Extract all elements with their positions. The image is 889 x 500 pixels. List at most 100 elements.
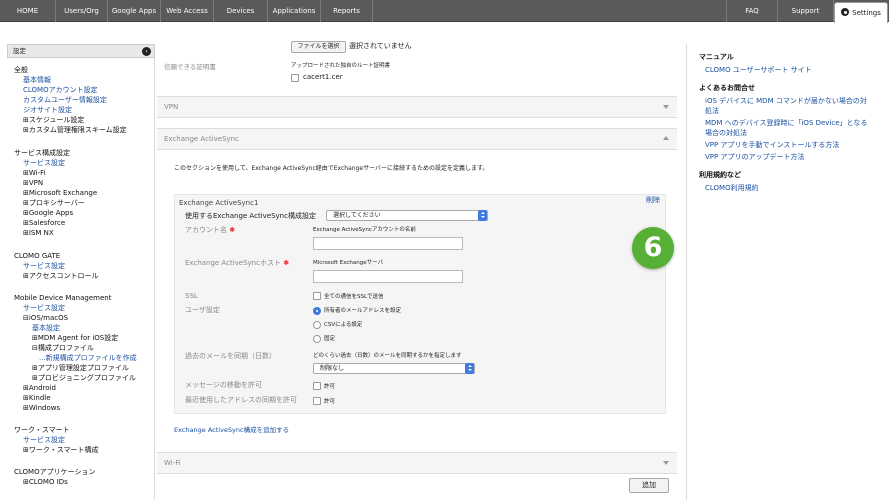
sidebar-item-ws-service-settings[interactable]: サービス設定: [23, 435, 65, 445]
step-6-marker: 6: [632, 227, 674, 269]
nav-settings-tab[interactable]: Settings: [834, 2, 888, 23]
sidebar-item-salesforce[interactable]: ⊞Salesforce: [23, 218, 65, 228]
sidebar-item-clomo-ids[interactable]: ⊞CLOMO IDs: [23, 477, 68, 487]
vpn-section-header[interactable]: VPN: [157, 96, 677, 118]
radio-fixed-label: 固定: [324, 336, 336, 342]
sidebar-group-clomo-gate: CLOMO GATE: [14, 252, 61, 260]
sidebar-item-provisioning-profile[interactable]: ⊞プロビジョニングプロファイル: [32, 373, 136, 383]
sidebar-item-wifi[interactable]: ⊞Wi-Fi: [23, 168, 46, 178]
nav-home[interactable]: HOME: [0, 0, 56, 22]
sidebar-item-kindle[interactable]: ⊞Kindle: [23, 393, 51, 403]
nav-web-access[interactable]: Web Access: [161, 0, 214, 22]
eas-section-title: Exchange ActiveSync: [164, 135, 239, 143]
sidebar-item-access-control[interactable]: ⊞アクセスコントロール: [23, 271, 99, 281]
radio-csv-label: CSVによる設定: [324, 322, 363, 328]
sidebar-item-android[interactable]: ⊞Android: [23, 383, 56, 393]
account-name-input[interactable]: [313, 237, 463, 250]
recent-addresses-option: 許可: [324, 399, 336, 405]
move-messages-checkbox[interactable]: [313, 382, 321, 390]
sidebar-item-vpn[interactable]: ⊞VPN: [23, 178, 43, 188]
add-button[interactable]: 追加: [629, 478, 669, 493]
sidebar-item-schedule[interactable]: ⊞スケジュール設定: [23, 115, 84, 125]
nav-support[interactable]: Support: [778, 0, 834, 22]
wifi-section-title: Wi-Fi: [164, 459, 181, 467]
nav-devices[interactable]: Devices: [214, 0, 268, 22]
nav-google-apps[interactable]: Google Apps: [108, 0, 161, 22]
collapse-sidebar-icon[interactable]: ‹: [142, 47, 151, 56]
card-title: Exchange ActiveSync1: [179, 199, 259, 207]
config-select-value: 選択してください: [333, 212, 381, 219]
faq-link-ios-mdm-command[interactable]: iOS デバイスに MDM コマンドが届かない場合の対: [705, 96, 867, 106]
sidebar-item-google-apps[interactable]: ⊞Google Apps: [23, 208, 73, 218]
expand-icon: [663, 105, 669, 109]
collapse-icon: [663, 136, 669, 140]
sync-days-select[interactable]: 制限なし: [313, 363, 475, 374]
sidebar-item-ism-nx[interactable]: ⊞ISM NX: [23, 228, 54, 238]
eas-description: このセクションを使用して、Exchange ActiveSync経由でExcha…: [174, 165, 489, 172]
nav-faq[interactable]: FAQ: [726, 0, 778, 22]
manual-link[interactable]: CLOMO ユーザーサポート サイト: [705, 65, 812, 75]
sidebar-item-mdm-service-settings[interactable]: サービス設定: [23, 303, 65, 313]
sidebar-item-basic-settings[interactable]: 基本設定: [32, 323, 60, 333]
sidebar-item-new-config-profile[interactable]: ...新規構成プロファイルを作成: [39, 353, 137, 363]
wifi-section-header[interactable]: Wi-Fi: [157, 452, 677, 474]
sidebar-item-mdm-agent-ios[interactable]: ⊞MDM Agent for iOS設定: [32, 333, 118, 343]
sidebar-item-ios-macos[interactable]: ⊟iOS/macOS: [23, 313, 68, 323]
faq-link-vpp-update[interactable]: VPP アプリのアップデート方法: [705, 152, 804, 162]
top-navigation-bar: HOME Users/Org Google Apps Web Access De…: [0, 0, 889, 23]
ssl-checkbox[interactable]: [313, 292, 321, 300]
sidebar-group-mdm: Mobile Device Management: [14, 294, 112, 302]
faq-link-ios-mdm-command-cont[interactable]: 処法: [705, 106, 719, 116]
sidebar-item-custom-admin-scheme[interactable]: ⊞カスタム管理権限スキーム設定: [23, 125, 127, 135]
nav-reports[interactable]: Reports: [321, 0, 373, 22]
settings-sidebar: 設定 ‹ 全般 基本情報 CLOMOアカウント設定 カスタムユーザー情報設定 ジ…: [7, 44, 155, 500]
host-caption: Microsoft Exchangeサーバ: [313, 260, 384, 266]
config-select[interactable]: 選択してください: [326, 210, 488, 221]
sidebar-header: 設定 ‹: [7, 44, 155, 58]
sync-days-caption: どのくらい過去（日数）のメールを同期するかを指定します: [313, 353, 462, 359]
terms-heading: 利用規約など: [699, 171, 741, 179]
sidebar-title: 設定: [13, 47, 26, 55]
sidebar-item-proxy-server[interactable]: ⊞プロキシサーバー: [23, 198, 85, 208]
main-content: ファイルを選択 選択されていません 信頼できる証明書 アップロードされた独自のル…: [157, 41, 684, 500]
delete-link[interactable]: 削除: [646, 196, 660, 205]
radio-csv[interactable]: [313, 321, 321, 329]
account-caption: Exchange ActiveSyncアカウントの名前: [313, 227, 416, 233]
faq-link-ios-device-cont[interactable]: 場合の対処法: [705, 128, 747, 138]
config-label: 使用するExchange ActiveSync構成設定: [185, 212, 316, 220]
ssl-label: SSL: [185, 292, 198, 300]
radio-owner-email[interactable]: [313, 307, 321, 315]
choose-file-button[interactable]: ファイルを選択: [291, 41, 346, 53]
sidebar-item-basic-info[interactable]: 基本情報: [23, 75, 51, 85]
move-messages-option: 許可: [324, 384, 336, 390]
select-arrow-icon: [478, 210, 487, 221]
nav-users-org[interactable]: Users/Org: [56, 0, 108, 22]
eas-section-header[interactable]: Exchange ActiveSync: [157, 128, 677, 150]
add-eas-link[interactable]: Exchange ActiveSync構成を追加する: [174, 426, 289, 435]
sidebar-group-service-config: サービス構成設定: [14, 149, 70, 157]
sidebar-item-custom-user-info[interactable]: カスタムユーザー情報設定: [23, 95, 107, 105]
faq-link-ios-device[interactable]: MDM へのデバイス登録時に「iOS Device」となる: [705, 118, 867, 128]
terms-link[interactable]: CLOMO利用規約: [705, 183, 759, 193]
sidebar-item-geosite[interactable]: ジオサイト設定: [23, 105, 72, 115]
recent-addresses-checkbox[interactable]: [313, 397, 321, 405]
radio-fixed[interactable]: [313, 335, 321, 343]
sidebar-item-config-profile[interactable]: ⊟構成プロファイル: [32, 343, 94, 353]
sidebar-item-work-smart-config[interactable]: ⊞ワーク・スマート構成: [23, 445, 99, 455]
sync-days-label: 過去のメールを同期（日数）: [185, 352, 276, 360]
sidebar-group-work-smart: ワーク・スマート: [14, 426, 70, 434]
sidebar-item-clomo-account[interactable]: CLOMOアカウント設定: [23, 85, 98, 95]
sidebar-item-app-management-profile[interactable]: ⊞アプリ管理設定プロファイル: [32, 363, 129, 373]
expand-icon: [663, 461, 669, 465]
sidebar-item-gate-service-settings[interactable]: サービス設定: [23, 261, 65, 271]
nav-applications[interactable]: Applications: [268, 0, 321, 22]
faq-link-vpp-install[interactable]: VPP アプリを手動でインストールする方法: [705, 140, 839, 150]
sidebar-item-service-settings[interactable]: サービス設定: [23, 158, 65, 168]
sidebar-item-microsoft-exchange[interactable]: ⊞Microsoft Exchange: [23, 188, 97, 198]
file-status: 選択されていません: [349, 42, 412, 50]
radio-owner-email-label: 所有者のメールアドレスを設定: [324, 308, 402, 314]
cert-checkbox[interactable]: [291, 74, 299, 82]
eas-config-card: Exchange ActiveSync1 削除 使用するExchange Act…: [174, 194, 666, 414]
host-input[interactable]: [313, 270, 463, 283]
sidebar-item-windows[interactable]: ⊞Windows: [23, 403, 60, 413]
